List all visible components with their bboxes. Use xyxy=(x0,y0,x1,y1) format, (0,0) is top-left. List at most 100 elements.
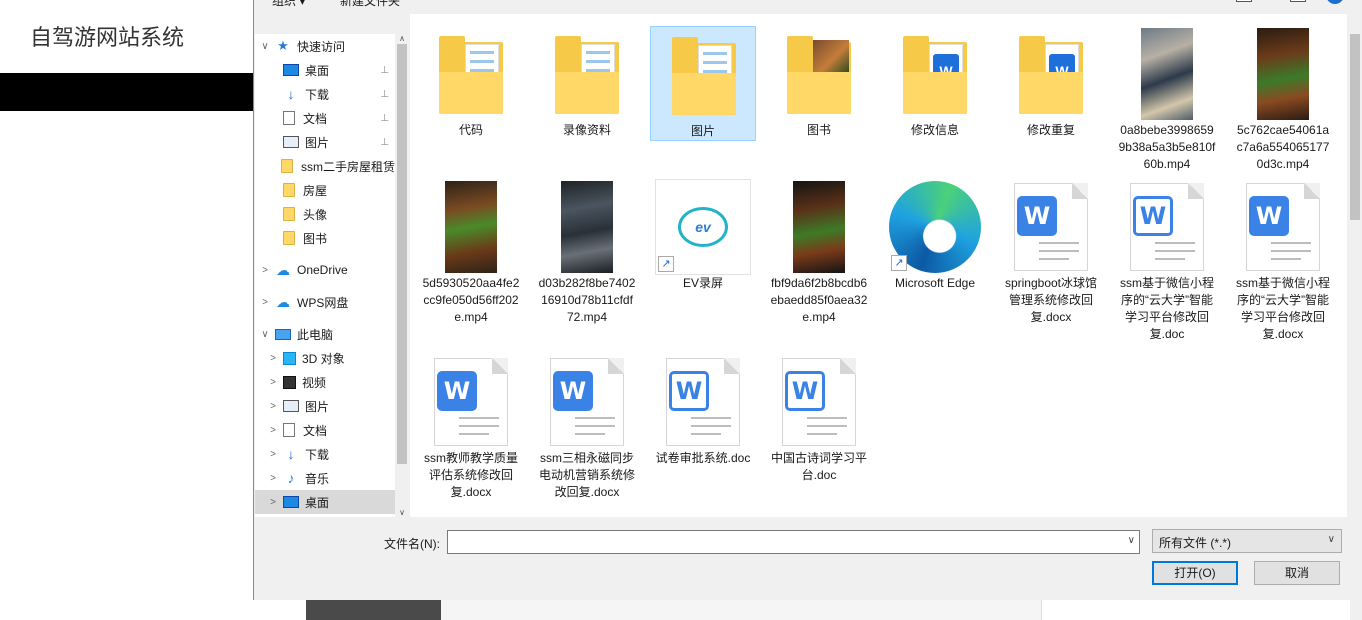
nav-item[interactable]: 桌面 ⊥ xyxy=(255,58,395,82)
nav-item[interactable]: 文档 ⊥ xyxy=(255,106,395,130)
open-button[interactable]: 打开(O) xyxy=(1152,561,1238,585)
wps-document-icon: W xyxy=(550,358,624,446)
nav-item-label: 此电脑 xyxy=(297,327,334,342)
nav-item[interactable]: 图片 ⊥ xyxy=(255,130,395,154)
file-tile[interactable]: W 修改信息 xyxy=(882,26,988,139)
file-tile[interactable]: W 中国古诗词学习平台.doc xyxy=(766,354,872,484)
file-list-scrollbar[interactable] xyxy=(1347,14,1362,517)
nav-item[interactable]: > ↓ 下载 xyxy=(255,442,395,466)
background-nav-bar xyxy=(0,73,254,111)
file-name-label: Microsoft Edge xyxy=(894,276,976,290)
expand-chevron-icon[interactable]: ∨ xyxy=(259,41,271,52)
new-folder-button[interactable]: 新建文件夹 xyxy=(340,0,400,9)
nav-item[interactable]: 房屋 xyxy=(255,178,395,202)
nav-item[interactable]: 头像 xyxy=(255,202,395,226)
filename-label: 文件名(N): xyxy=(384,537,440,551)
file-thumbnail: W xyxy=(650,354,756,450)
nav-scrollbar-thumb[interactable] xyxy=(397,44,407,464)
expand-chevron-icon[interactable]: > xyxy=(267,497,279,508)
expand-chevron-icon[interactable]: > xyxy=(267,473,279,484)
video-thumbnail-icon xyxy=(561,181,613,273)
expand-chevron-icon[interactable]: > xyxy=(267,449,279,460)
filename-dropdown-icon[interactable]: ∨ xyxy=(1128,535,1135,546)
file-tile[interactable]: 0a8bebe39986599b38a5a3b5e810f60b.mp4 xyxy=(1114,26,1220,173)
help-icon[interactable]: ? xyxy=(1326,0,1344,4)
wps-document-icon: W xyxy=(1014,183,1088,271)
file-tile[interactable]: 代码 xyxy=(418,26,524,139)
ev-recorder-icon: ev ↗ xyxy=(655,179,751,275)
file-tile[interactable]: Wssm教师教学质量评估系统修改回复.docx xyxy=(418,354,524,501)
expand-chevron-icon[interactable]: > xyxy=(259,265,271,276)
file-thumbnail xyxy=(766,26,872,122)
navigation-scrollbar[interactable]: ∧ ∨ xyxy=(395,34,409,517)
file-thumbnail: ↗ xyxy=(882,179,988,275)
expand-chevron-icon[interactable]: ∨ xyxy=(259,329,271,340)
background-footer-block xyxy=(306,598,441,620)
nav-item[interactable]: > 视频 xyxy=(255,370,395,394)
nav-scroll-down-icon[interactable]: ∨ xyxy=(395,508,409,517)
file-thumbnail xyxy=(534,26,640,122)
file-tile[interactable]: 5c762cae54061ac7a6a5540651770d3c.mp4 xyxy=(1230,26,1336,173)
organize-menu-button[interactable]: 组织 ▾ xyxy=(272,0,305,9)
filename-combobox[interactable]: ∨ xyxy=(447,530,1140,554)
filetype-select[interactable]: 所有文件 (*.*) ∨ xyxy=(1152,529,1342,553)
cloud-icon: ☁ xyxy=(276,294,290,310)
expand-chevron-icon[interactable]: > xyxy=(267,401,279,412)
file-tile[interactable]: 图书 xyxy=(766,26,872,139)
nav-item[interactable]: > ♪ 音乐 xyxy=(255,466,395,490)
nav-item[interactable]: ssm二手房屋租赁 xyxy=(255,154,395,178)
picture-icon xyxy=(283,400,299,412)
file-tile[interactable]: Wspringboot冰球馆管理系统修改回复.docx xyxy=(998,179,1104,326)
file-tile[interactable]: fbf9da6f2b8bcdb6ebaedd85f0aea32e.mp4 xyxy=(766,179,872,326)
expand-chevron-icon[interactable]: > xyxy=(259,297,271,308)
preview-pane-icon[interactable] xyxy=(1290,0,1306,2)
file-thumbnail: W xyxy=(882,26,988,122)
nav-item[interactable]: >3D 对象 xyxy=(255,346,395,370)
filetype-dropdown-icon[interactable]: ∨ xyxy=(1328,534,1335,545)
nav-item[interactable]: > 图片 xyxy=(255,394,395,418)
file-tile[interactable]: 图片 xyxy=(650,26,756,141)
file-thumbnail xyxy=(1114,26,1220,122)
file-tile[interactable]: ↗ Microsoft Edge xyxy=(882,179,988,292)
nav-item[interactable]: ∨ ★ 快速访问 xyxy=(255,34,395,58)
nav-item[interactable]: ∨ 此电脑 xyxy=(255,322,395,346)
nav-item[interactable]: > ☁ OneDrive xyxy=(255,258,395,282)
nav-item[interactable]: > 桌面 xyxy=(255,490,395,514)
nav-item-label: 图片 xyxy=(305,135,330,150)
expand-chevron-icon[interactable]: > xyxy=(267,425,279,436)
nav-item[interactable]: > ☁ WPS网盘 xyxy=(255,290,395,314)
wps-document-icon: W xyxy=(666,358,740,446)
nav-item[interactable]: > 文档 xyxy=(255,418,395,442)
change-view-icon[interactable] xyxy=(1236,0,1252,2)
file-tile[interactable]: d03b282f8be740216910d78b11cfdf72.mp4 xyxy=(534,179,640,326)
file-tile[interactable]: 5d5930520aa4fe2cc9fe050d56ff202e.mp4 xyxy=(418,179,524,326)
3d-objects-icon xyxy=(283,351,296,365)
star-icon: ★ xyxy=(277,38,289,53)
nav-item-label: 音乐 xyxy=(305,471,330,486)
nav-scroll-up-icon[interactable]: ∧ xyxy=(395,34,409,43)
file-tile[interactable]: Wssm基于微信小程序的“云大学”智能学习平台修改回复.docx xyxy=(1230,179,1336,343)
file-thumbnail xyxy=(1230,26,1336,122)
nav-item[interactable]: 图书 xyxy=(255,226,395,250)
file-tile[interactable]: Wssm基于微信小程序的“云大学”智能学习平台修改回复.doc xyxy=(1114,179,1220,343)
folder-icon xyxy=(672,35,736,115)
wps-document-icon: W xyxy=(1130,183,1204,271)
nav-item-label: 下载 xyxy=(305,447,330,462)
expand-chevron-icon[interactable]: > xyxy=(267,353,279,364)
file-tile[interactable]: ev ↗ EV录屏 xyxy=(650,179,756,292)
cancel-button[interactable]: 取消 xyxy=(1254,561,1340,585)
file-thumbnail xyxy=(418,26,524,122)
file-tile[interactable]: 录像资料 xyxy=(534,26,640,139)
dialog-footer: 文件名(N): ∨ 所有文件 (*.*) ∨ 打开(O) 取消 xyxy=(254,517,1362,600)
file-tile[interactable]: Wssm三相永磁同步电动机营销系统修改回复.docx xyxy=(534,354,640,501)
wps-document-icon: W xyxy=(434,358,508,446)
file-tile[interactable]: W 修改重复 xyxy=(998,26,1104,139)
file-name-label: ssm教师教学质量评估系统修改回复.docx xyxy=(424,451,518,499)
file-thumbnail: W xyxy=(998,26,1104,122)
file-tile[interactable]: W 试卷审批系统.doc xyxy=(650,354,756,467)
expand-chevron-icon[interactable]: > xyxy=(267,377,279,388)
file-name-label: ssm三相永磁同步电动机营销系统修改回复.docx xyxy=(538,451,635,499)
filename-input[interactable] xyxy=(452,532,1122,552)
file-list-scrollbar-thumb[interactable] xyxy=(1350,34,1360,220)
nav-item[interactable]: ↓ 下载 ⊥ xyxy=(255,82,395,106)
